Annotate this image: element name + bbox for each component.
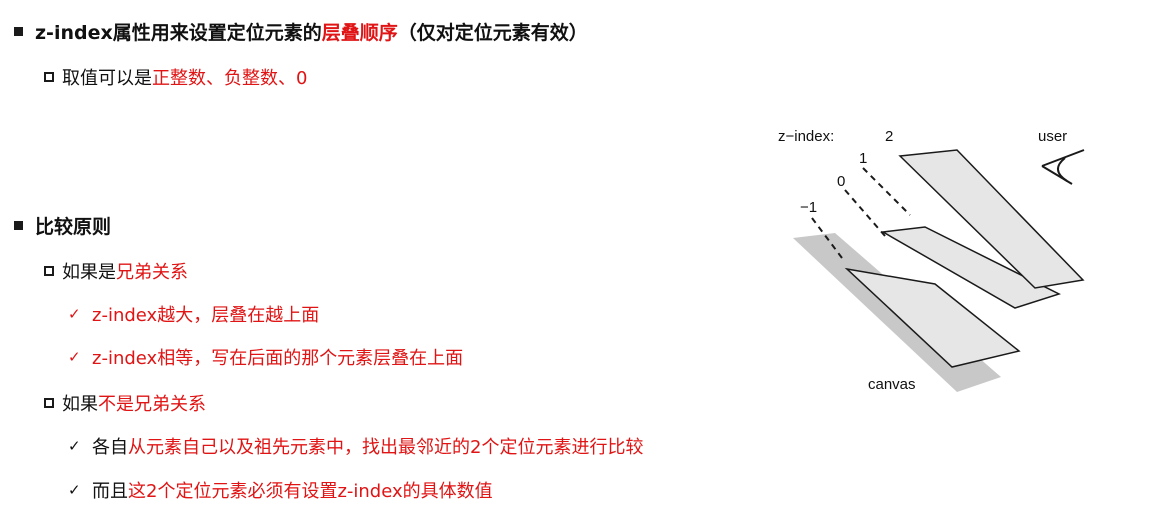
- user-label: user: [1038, 128, 1067, 145]
- level-label-0: 0: [837, 173, 845, 190]
- level-label-1: 1: [859, 150, 867, 167]
- z-index-stacking-diagram: z−index: 2 1 0 −1 user canvas: [778, 128, 1085, 393]
- level-label-2: 2: [885, 128, 893, 145]
- projection-line-1: [862, 167, 911, 216]
- projection-line-0: [844, 189, 886, 237]
- canvas-label: canvas: [868, 376, 916, 393]
- zindex-label: z−index:: [778, 128, 834, 145]
- eye-icon: [1041, 149, 1085, 185]
- level-label-neg1: −1: [800, 199, 817, 216]
